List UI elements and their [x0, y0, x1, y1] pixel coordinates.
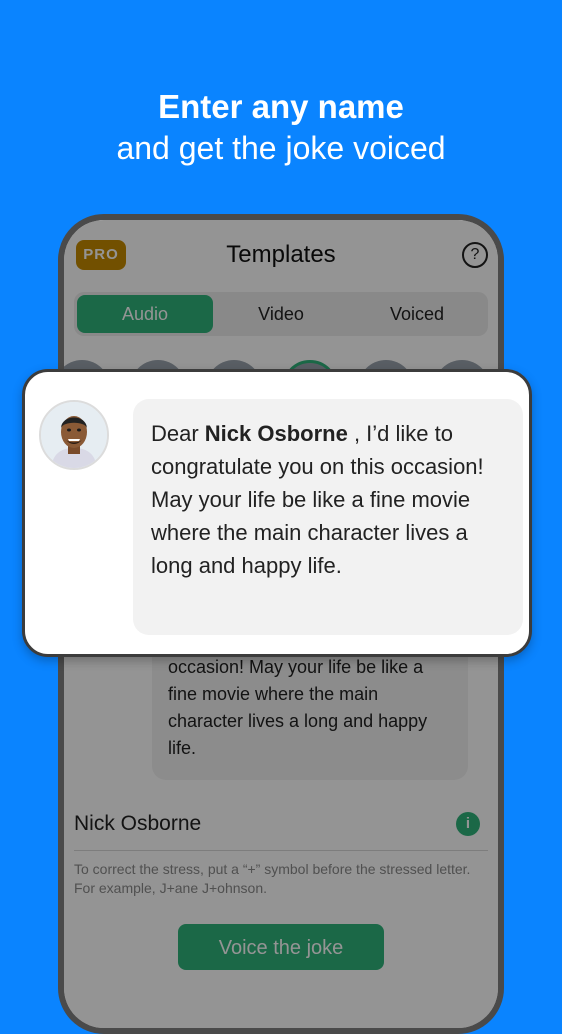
joke-text: Dear Nick Osborne , I’d like to congratu…: [133, 399, 523, 635]
joke-greeting: Dear: [151, 421, 205, 446]
headline: Enter any name and get the joke voiced: [0, 86, 562, 168]
joke-recipient-name: Nick Osborne: [204, 421, 348, 446]
person-avatar-icon: [41, 402, 107, 468]
headline-line-2: and get the joke voiced: [116, 130, 446, 166]
speaker-avatar: [39, 400, 109, 470]
headline-line-1: Enter any name: [158, 88, 404, 125]
joke-card: Dear Nick Osborne , I’d like to congratu…: [22, 369, 532, 657]
